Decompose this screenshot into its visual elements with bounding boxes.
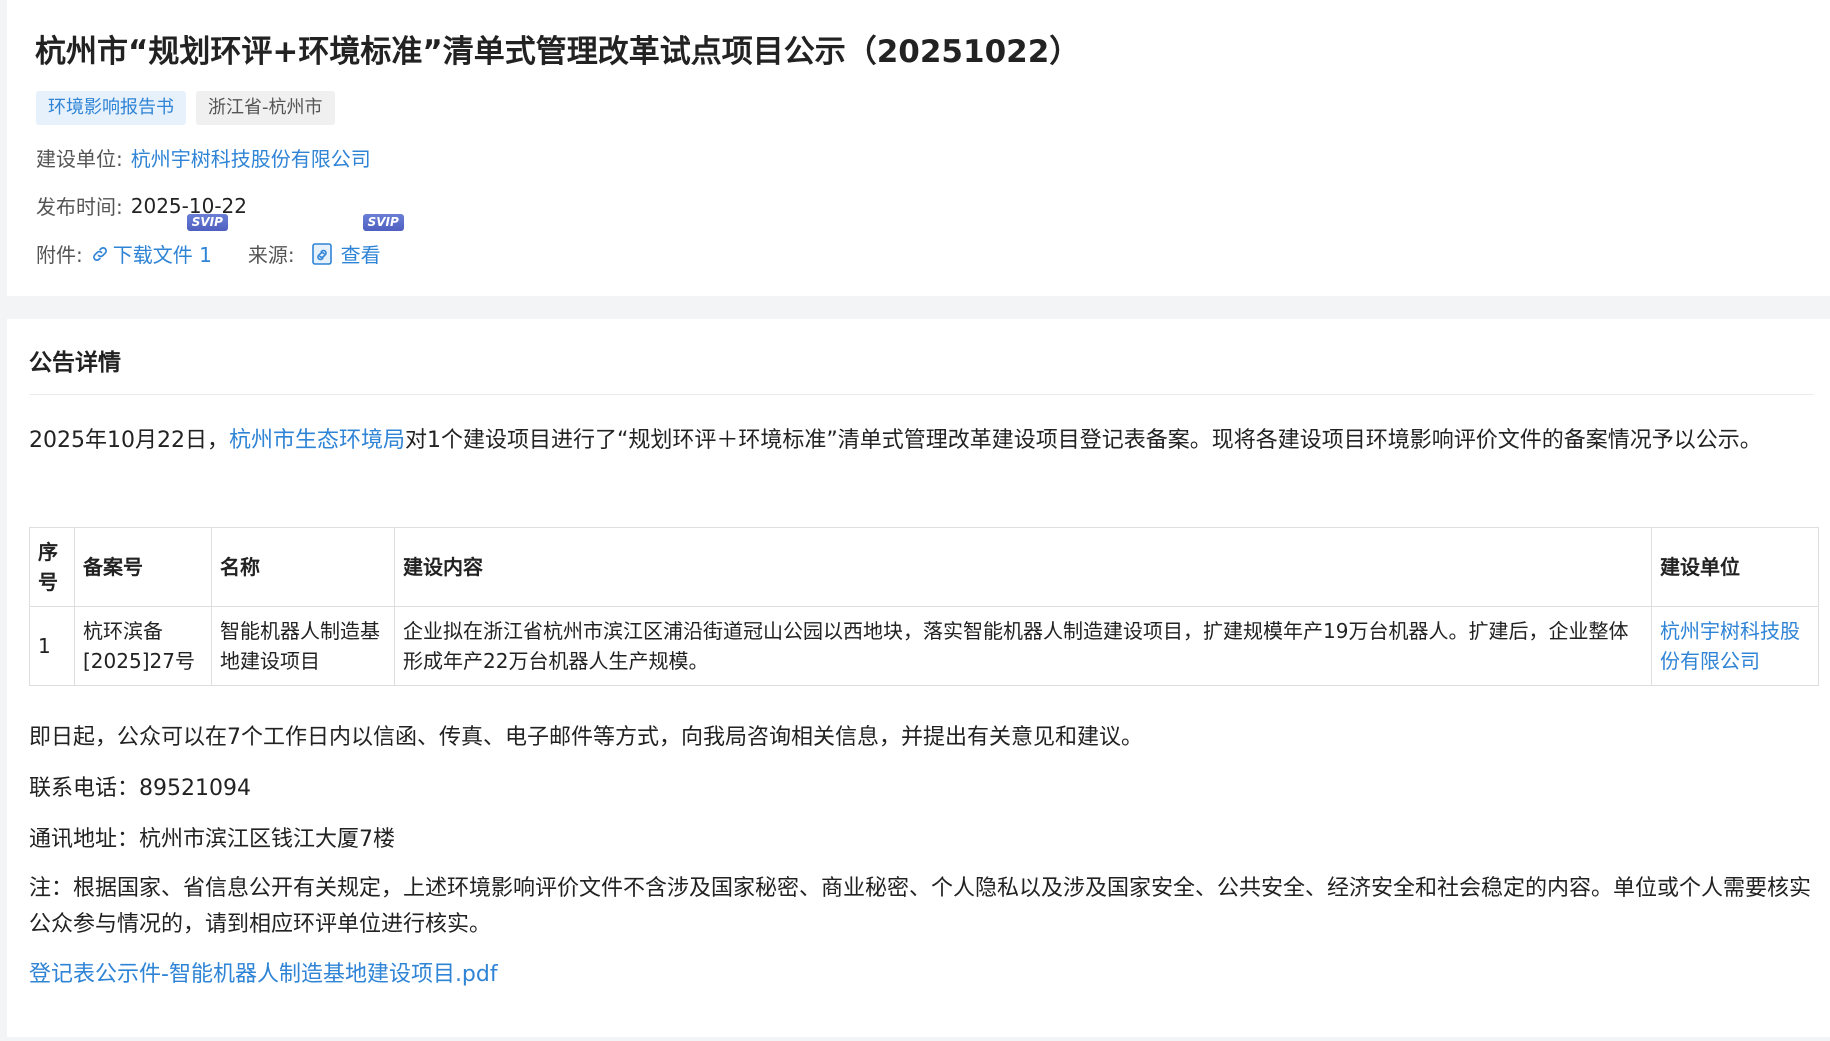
- attachment-label: 附件:: [36, 243, 83, 267]
- intro-paragraph: 2025年10月22日，杭州市生态环境局对1个建设项目进行了“规划环评＋环境标准…: [29, 423, 1814, 459]
- contact-phone: 联系电话：89521094: [29, 776, 251, 801]
- tag-list: 环境影响报告书 浙江省-杭州市: [36, 91, 335, 125]
- page-title: 杭州市“规划环评+环境标准”清单式管理改革试点项目公示（20251022）: [35, 34, 1081, 70]
- cell-record-no: 杭环滨备[2025]27号: [74, 606, 212, 686]
- construction-unit-row: 建设单位: 杭州宇树科技股份有限公司: [36, 143, 371, 172]
- announcement-detail-card: 公告详情 2025年10月22日，杭州市生态环境局对1个建设项目进行了“规划环评…: [7, 319, 1830, 1037]
- col-header-content: 建设内容: [394, 527, 1652, 607]
- construction-unit-label: 建设单位:: [36, 147, 123, 171]
- col-header-index: 序号: [29, 527, 75, 607]
- pdf-file-link[interactable]: 登记表公示件-智能机器人制造基地建设项目.pdf: [29, 957, 1814, 993]
- cell-unit-link[interactable]: 杭州宇树科技股份有限公司: [1651, 606, 1819, 686]
- col-header-name: 名称: [211, 527, 395, 607]
- source-item[interactable]: 查看 SVIP: [295, 214, 404, 268]
- construction-unit-link[interactable]: 杭州宇树科技股份有限公司: [131, 143, 371, 172]
- intro-text-before: 2025年10月22日，: [29, 428, 229, 453]
- tag-region[interactable]: 浙江省-杭州市: [196, 91, 335, 125]
- source-label: 来源:: [247, 243, 295, 267]
- project-header-card: 杭州市“规划环评+环境标准”清单式管理改革试点项目公示（20251022） 环境…: [7, 0, 1830, 296]
- cell-index: 1: [29, 606, 75, 686]
- publish-date-label: 发布时间:: [36, 195, 123, 219]
- col-header-record-no: 备案号: [74, 527, 212, 607]
- authority-link[interactable]: 杭州市生态环境局: [229, 428, 405, 453]
- tag-report-type[interactable]: 环境影响报告书: [36, 91, 186, 125]
- link-icon: [92, 246, 107, 261]
- svip-badge: SVIP: [362, 214, 404, 231]
- cell-content: 企业拟在浙江省杭州市滨江区浦沿街道冠山公园以西地块，落实智能机器人制造建设项目，…: [394, 606, 1652, 686]
- document-link-icon: [311, 242, 332, 265]
- intro-text-after: 对1个建设项目进行了“规划环评＋环境标准”清单式管理改革建设项目登记表备案。现将…: [405, 428, 1762, 453]
- disclaimer-note: 注：根据国家、省信息公开有关规定，上述环境影响评价文件不含涉及国家秘密、商业秘密…: [29, 876, 1812, 937]
- cell-name: 智能机器人制造基地建设项目: [211, 606, 395, 686]
- source-view-link[interactable]: 查看: [341, 239, 381, 268]
- table-header-row: 序号 备案号 名称 建设内容 建设单位: [29, 527, 1819, 607]
- svip-badge: SVIP: [186, 214, 228, 231]
- col-header-unit: 建设单位: [1651, 527, 1819, 607]
- divider: [29, 394, 1814, 395]
- record-table: 序号 备案号 名称 建设内容 建设单位 1 杭环滨备[2025]27号 智能机器…: [29, 527, 1819, 686]
- notice-paragraph: 即日起，公众可以在7个工作日内以信函、传真、电子邮件等方式，向我局咨询相关信息，…: [29, 725, 1144, 750]
- table-row: 1 杭环滨备[2025]27号 智能机器人制造基地建设项目 企业拟在浙江省杭州市…: [29, 606, 1819, 686]
- download-file-item[interactable]: 下载文件 1 SVIP: [83, 214, 228, 268]
- attachment-row: 附件: 下载文件 1 SVIP 来源: 查看 SVIP: [36, 214, 404, 268]
- section-title: 公告详情: [29, 350, 121, 376]
- contact-address: 通讯地址：杭州市滨江区钱江大厦7楼: [29, 827, 395, 852]
- download-file-link[interactable]: 下载文件 1: [113, 239, 212, 268]
